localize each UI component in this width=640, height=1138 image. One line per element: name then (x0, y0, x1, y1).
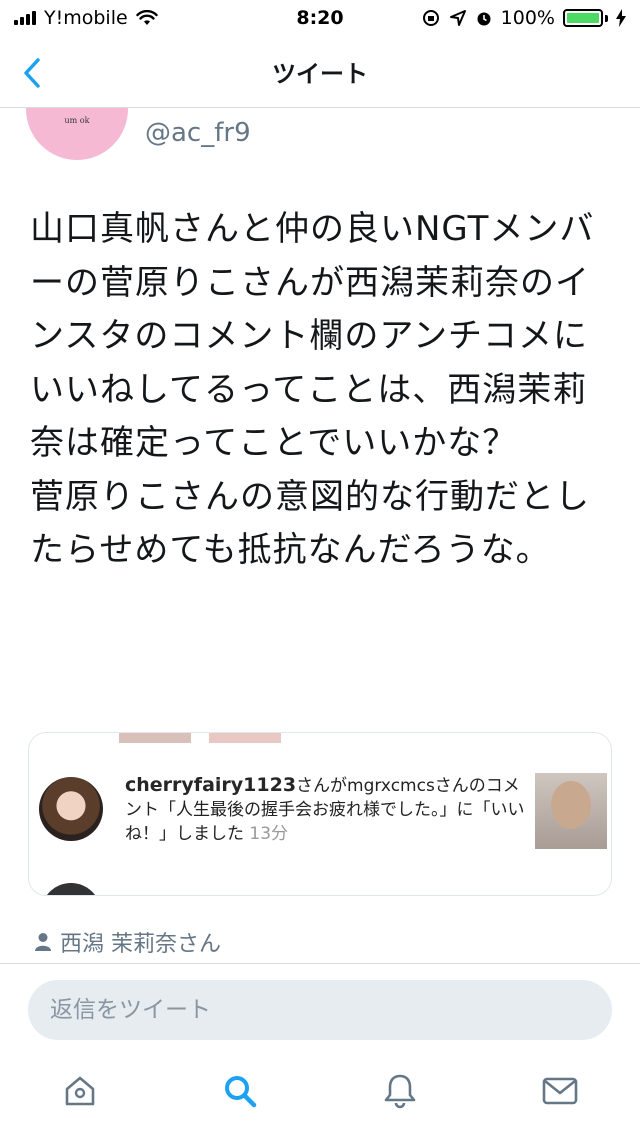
battery-icon (563, 9, 608, 27)
battery-percent: 100% (500, 7, 555, 29)
alarm-icon (477, 12, 491, 26)
avatar[interactable]: um ok (26, 108, 128, 160)
location-icon (449, 10, 466, 26)
notification-photo (535, 773, 607, 849)
status-bar: Y!mobile 8:20 100% (0, 0, 640, 36)
thumbnail-strip (119, 733, 281, 743)
media-card[interactable]: cherryfairy1123さんがmgrxcmcsさんのコメント「人生最後の握… (28, 732, 612, 896)
liked-by-row[interactable]: 西潟 茉莉奈さん (34, 926, 221, 958)
messages-icon (542, 1077, 578, 1104)
person-icon (35, 933, 51, 951)
charging-icon (616, 9, 626, 27)
nav-bar: ツイート (0, 36, 640, 108)
notification-avatar (39, 777, 103, 841)
tab-messages[interactable] (538, 1069, 582, 1113)
tweet-text: 山口真帆さんと仲の良いNGTメンバーの菅原りこさんが西潟茉莉奈のインスタのコメン… (30, 209, 595, 570)
home-icon (65, 1076, 95, 1105)
notifications-icon (384, 1074, 416, 1108)
wifi-icon (135, 10, 158, 25)
tab-search[interactable] (218, 1069, 262, 1113)
partial-avatar (41, 883, 101, 895)
notification-text: cherryfairy1123さんがmgrxcmcsさんのコメント「人生最後の握… (125, 773, 525, 846)
orientation-lock-icon (422, 10, 439, 26)
status-time: 8:20 (296, 7, 344, 29)
search-icon (225, 1075, 257, 1107)
page-title: ツイート (272, 60, 368, 88)
reply-input[interactable] (28, 980, 612, 1040)
notification-time: 13分 (249, 824, 289, 844)
status-right: 100% (421, 7, 626, 29)
notification-username: cherryfairy1123 (125, 774, 297, 796)
reply-bar (0, 963, 640, 1051)
signal-icon (14, 11, 36, 25)
carrier-label: Y!mobile (44, 7, 128, 29)
liked-by-text: 西潟 茉莉奈さん (60, 932, 221, 957)
tab-notifications[interactable] (378, 1069, 422, 1113)
tweet-detail: um ok @ac_fr9 山口真帆さんと仲の良いNGTメンバーの菅原りこさんが… (0, 108, 640, 963)
tab-home[interactable] (58, 1069, 102, 1113)
back-button[interactable] (18, 56, 48, 90)
tab-bar (0, 1051, 640, 1138)
user-handle[interactable]: @ac_fr9 (145, 118, 251, 148)
status-left: Y!mobile (14, 7, 158, 29)
avatar-text: um ok (64, 116, 90, 125)
